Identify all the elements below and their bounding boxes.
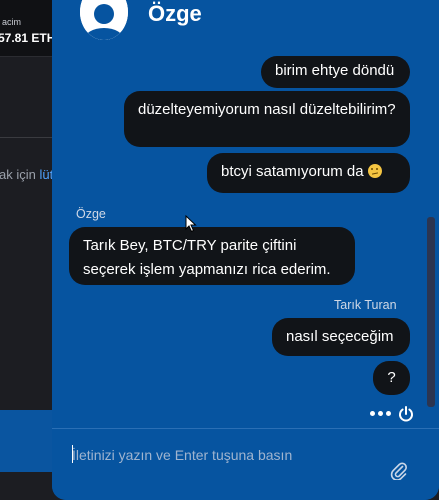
- message-text: Tarık Bey, BTC/TRY parite çiftini seçere…: [83, 237, 331, 278]
- message-text: birim ehtye döndü: [275, 62, 395, 79]
- more-options-icon[interactable]: [370, 411, 391, 417]
- user-silhouette-icon: [80, 0, 128, 40]
- power-icon[interactable]: [398, 406, 414, 422]
- confused-emoji-icon: [367, 164, 382, 178]
- message-bubble-outgoing: düzelteyemiyorum nasıl düzeltebilirim?: [124, 91, 410, 147]
- message-text: ?: [387, 369, 396, 386]
- background-notice: ak için lüt: [0, 167, 53, 182]
- message-list[interactable]: birim ehtye döndü düzelteyemiyorum nasıl…: [52, 52, 439, 397]
- message-input[interactable]: [70, 443, 374, 467]
- background-footer: [0, 472, 60, 500]
- message-text: nasıl seçeceğim: [286, 328, 394, 345]
- mouse-cursor-icon: [185, 215, 197, 233]
- message-bubble-outgoing: nasıl seçeceğim: [272, 318, 410, 356]
- background-panel: [0, 57, 60, 138]
- agent-name: Özge: [148, 1, 202, 26]
- volume-label: acim: [2, 17, 22, 27]
- text-caret: [72, 445, 73, 463]
- agent-avatar: [80, 0, 128, 40]
- chat-header: Özge: [52, 0, 439, 52]
- message-bubble-incoming: Tarık Bey, BTC/TRY parite çiftini seçere…: [69, 227, 355, 285]
- message-scrollbar[interactable]: [427, 217, 435, 407]
- paperclip-icon[interactable]: [389, 460, 409, 481]
- background-header: acim 57.81 ETH: [0, 0, 60, 57]
- message-composer: [52, 428, 439, 500]
- message-bubble-outgoing: birim ehtye döndü: [261, 56, 410, 88]
- background-notice-text: ak için: [0, 167, 36, 182]
- message-text: btcyi satamıyorum da: [221, 163, 364, 180]
- chat-widget: Özge birim ehtye döndü düzelteyemiyorum …: [52, 0, 439, 500]
- message-bubble-outgoing: ?: [373, 361, 410, 395]
- sender-name: Tarık Turan: [334, 298, 397, 312]
- message-bubble-outgoing: btcyi satamıyorum da: [207, 153, 410, 193]
- message-text: düzelteyemiyorum nasıl düzeltebilirim?: [138, 101, 396, 118]
- background-content: [0, 185, 60, 410]
- sender-name: Özge: [76, 207, 106, 221]
- volume-value: 57.81 ETH: [0, 31, 56, 45]
